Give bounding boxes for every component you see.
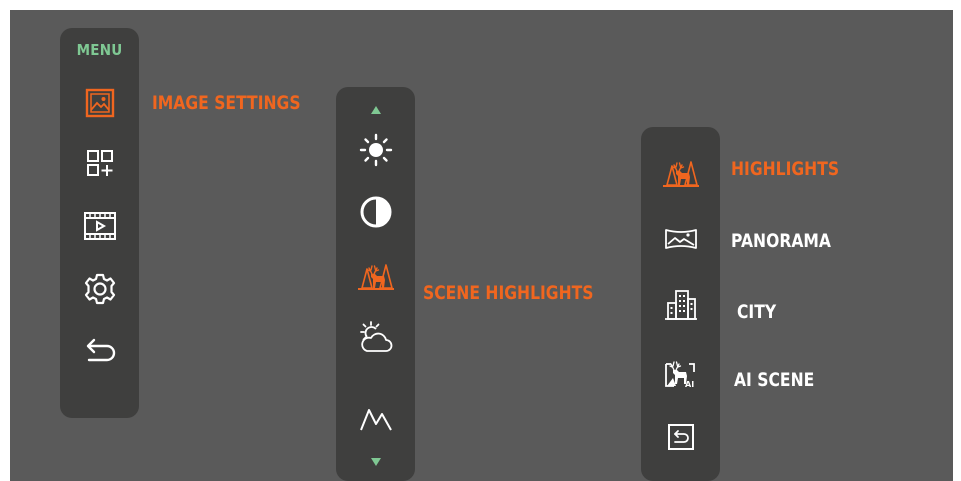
highlights-deer-icon (662, 161, 699, 187)
contrast-icon (360, 196, 391, 228)
menu-title: MENU (76, 41, 123, 59)
ai-scene-icon: AI (664, 361, 695, 389)
panorama-option-label[interactable]: PANORAMA (731, 230, 831, 252)
contrast-option[interactable] (336, 187, 415, 237)
menu-item-settings[interactable] (60, 264, 139, 314)
mountain-option[interactable] (336, 394, 415, 444)
return-icon (86, 338, 115, 362)
image-settings-label: IMAGE SETTINGS (152, 92, 301, 114)
weather-sun-cloud-icon (359, 321, 392, 352)
city-option-label[interactable]: CITY (737, 301, 776, 323)
scroll-down-button[interactable] (336, 447, 415, 477)
scene-item-ai-scene[interactable]: AI (641, 347, 720, 397)
chevron-down-icon (370, 458, 381, 466)
scene-item-panorama[interactable] (641, 214, 720, 264)
image-settings-icon (85, 88, 114, 118)
image-settings-panel (336, 87, 415, 481)
ai-scene-option-label[interactable]: AI SCENE (734, 369, 814, 391)
mountain-icon (359, 409, 392, 431)
menu-item-grid-add[interactable] (60, 138, 139, 188)
grid-add-icon (86, 150, 113, 176)
menu-item-video[interactable] (60, 201, 139, 251)
gear-icon (84, 273, 115, 305)
menu-item-return[interactable] (60, 326, 139, 376)
menu-item-image-settings[interactable] (60, 78, 139, 128)
city-icon (664, 290, 697, 320)
panorama-icon (664, 229, 697, 249)
camera-screen: MENU IMAGE SETTINGS SCENE HIGHLIGHTS AI … (10, 10, 953, 481)
highlights-option-label[interactable]: HIGHLIGHTS (731, 158, 839, 180)
scene-highlights-panel: AI (641, 127, 720, 481)
scene-highlights-option[interactable] (336, 250, 415, 300)
brightness-option[interactable] (336, 125, 415, 175)
weather-option[interactable] (336, 313, 415, 363)
video-film-icon (83, 212, 116, 240)
scene-highlights-icon (357, 264, 394, 290)
brightness-icon (359, 133, 392, 167)
back-icon (667, 424, 694, 450)
scroll-up-button[interactable] (336, 95, 415, 125)
scene-item-back[interactable] (641, 412, 720, 462)
svg-text:AI: AI (685, 380, 694, 389)
main-menu-panel: MENU (60, 28, 139, 418)
scene-highlights-label: SCENE HIGHLIGHTS (423, 282, 594, 304)
scene-item-highlights[interactable] (641, 147, 720, 197)
scene-item-city[interactable] (641, 280, 720, 330)
chevron-up-icon (370, 106, 381, 114)
